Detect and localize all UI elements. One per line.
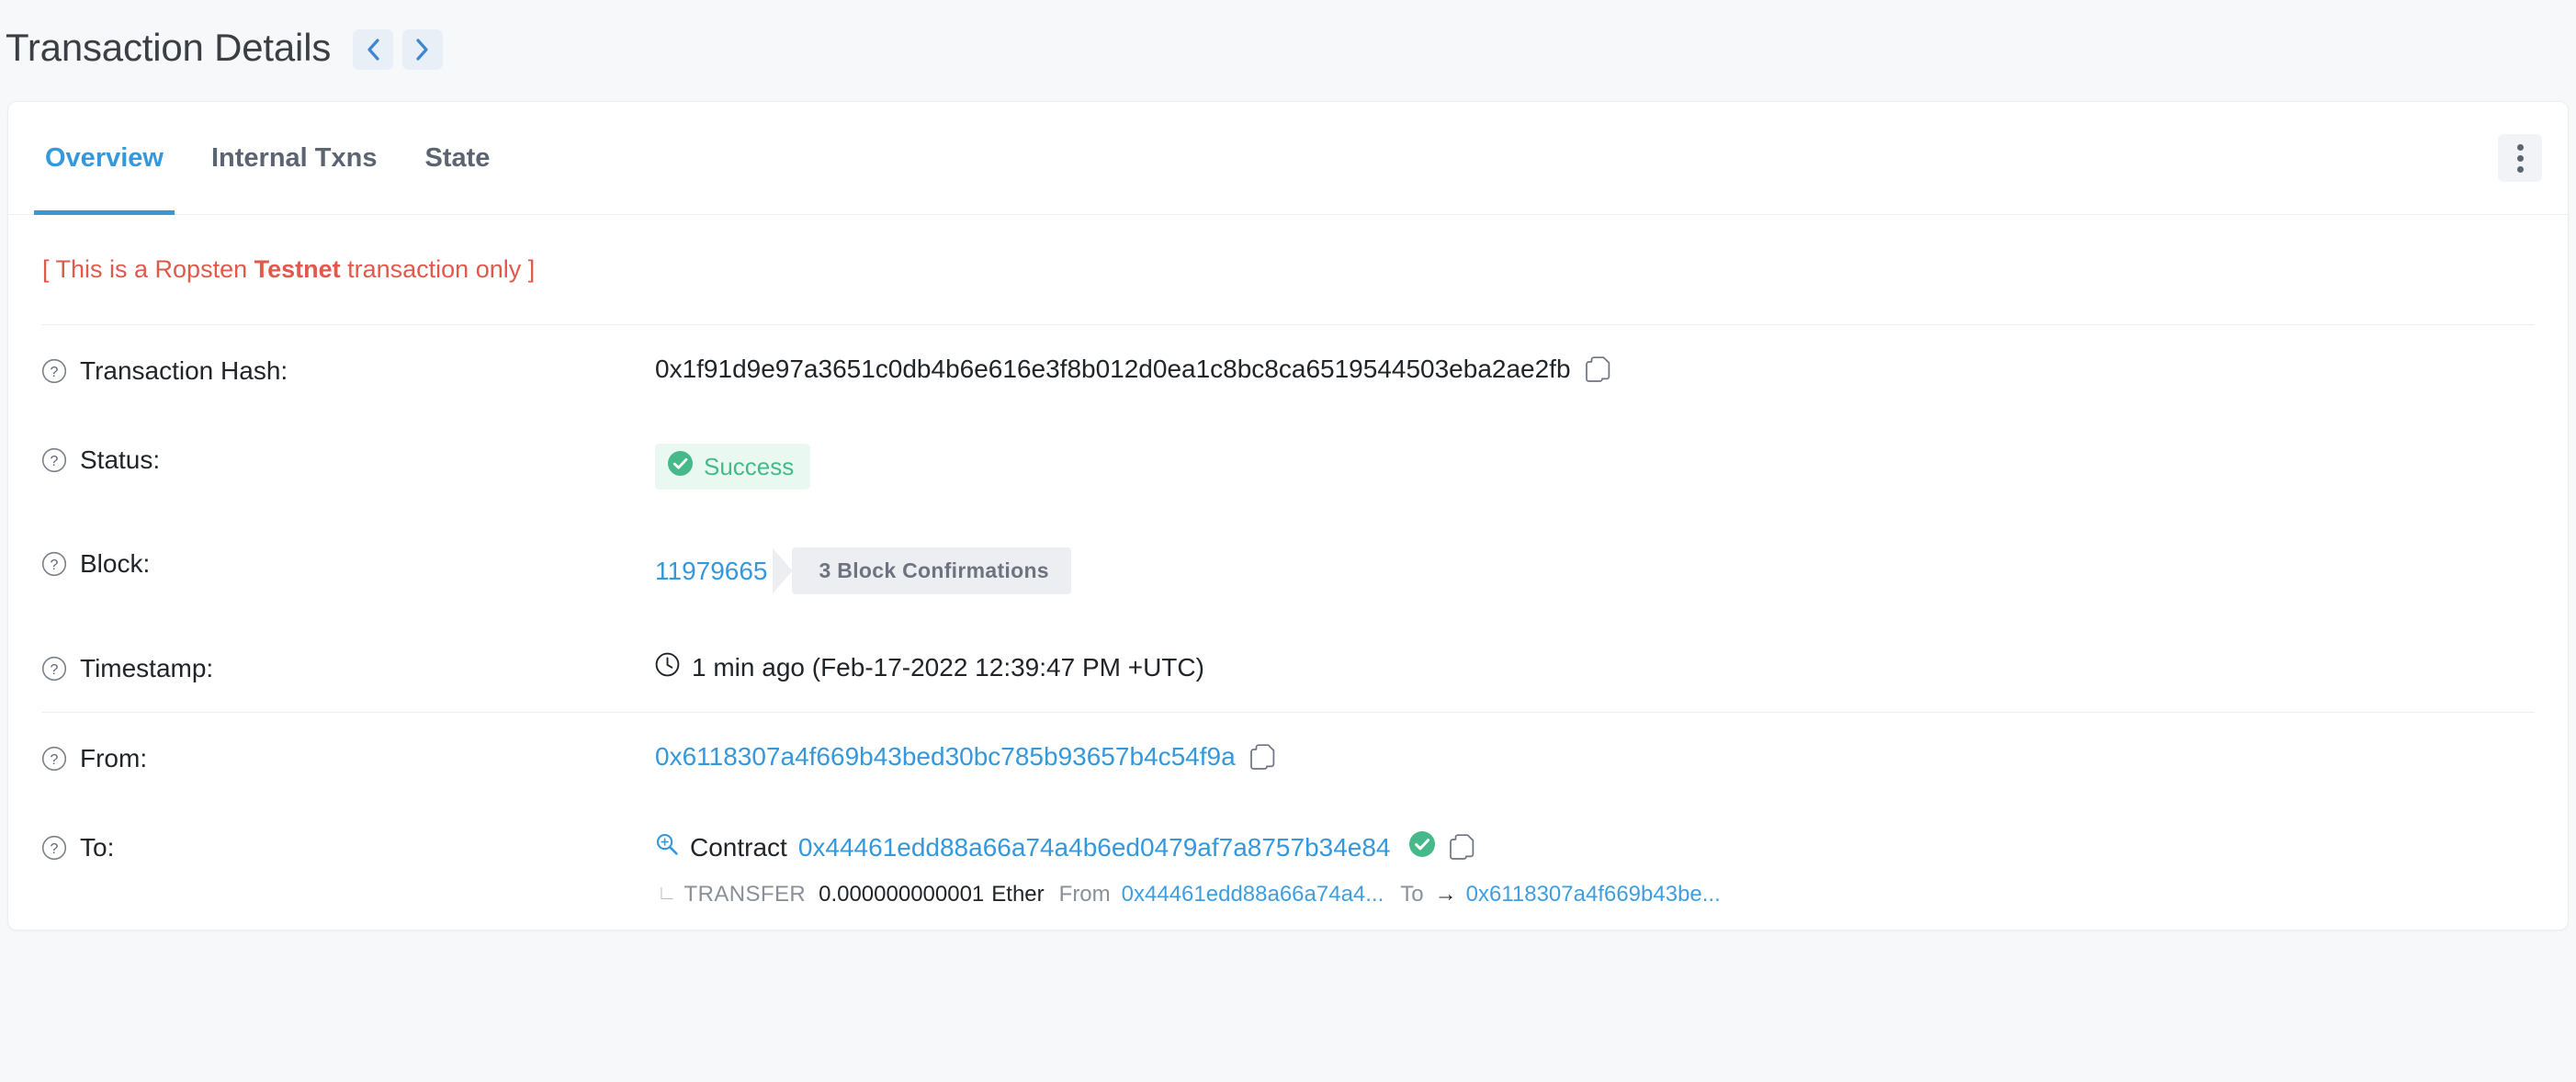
label-timestamp: ? Timestamp: bbox=[41, 652, 655, 683]
help-icon[interactable]: ? bbox=[41, 835, 67, 861]
transfer-unit: Ether bbox=[991, 882, 1044, 907]
label-block-text: Block: bbox=[80, 549, 150, 579]
help-icon[interactable]: ? bbox=[41, 656, 67, 682]
testnet-notice: [ This is a Ropsten Testnet transaction … bbox=[41, 215, 2535, 324]
svg-text:?: ? bbox=[51, 752, 59, 768]
label-block: ? Block: bbox=[41, 547, 655, 579]
chevron-right-icon bbox=[414, 38, 431, 62]
row-block: ? Block: 11979665 3 Block Confirmations bbox=[41, 518, 2535, 623]
help-icon[interactable]: ? bbox=[41, 746, 67, 772]
help-icon[interactable]: ? bbox=[41, 551, 67, 577]
transfer-tag: TRANSFER bbox=[684, 882, 807, 907]
transfer-from-label: From bbox=[1059, 882, 1111, 907]
tab-overview[interactable]: Overview bbox=[21, 102, 187, 214]
status-badge: Success bbox=[655, 444, 810, 490]
svg-text:?: ? bbox=[51, 558, 59, 573]
label-status-text: Status: bbox=[80, 445, 160, 475]
tab-state-label: State bbox=[424, 143, 490, 174]
testnet-notice-prefix: [ This is a Ropsten bbox=[42, 255, 254, 283]
row-from: ? From: 0x6118307a4f669b43bed30bc785b936… bbox=[41, 713, 2535, 802]
corner-branch-icon: ∟ bbox=[657, 883, 677, 903]
label-from: ? From: bbox=[41, 742, 655, 773]
block-number-link[interactable]: 11979665 bbox=[655, 557, 768, 586]
timestamp-value: 1 min ago (Feb-17-2022 12:39:47 PM +UTC) bbox=[692, 653, 1204, 682]
block-confirmations-chip: 3 Block Confirmations bbox=[792, 547, 1071, 594]
value-to: Contract 0x44461edd88a66a74a4b6ed0479af7… bbox=[655, 831, 2535, 907]
label-status: ? Status: bbox=[41, 444, 655, 475]
magnifier-icon[interactable] bbox=[655, 832, 679, 862]
value-status: Success bbox=[655, 444, 2535, 490]
transaction-card: Overview Internal Txns State [ This is a… bbox=[7, 101, 2569, 930]
tab-state[interactable]: State bbox=[401, 102, 514, 214]
label-transaction-hash-text: Transaction Hash: bbox=[80, 356, 288, 386]
status-badge-label: Success bbox=[704, 453, 794, 481]
row-status: ? Status: Success bbox=[41, 414, 2535, 518]
row-to: ? To: Contract 0x44461edd88a66a74a4b6ed0… bbox=[41, 802, 2535, 930]
tab-internal-txns[interactable]: Internal Txns bbox=[187, 102, 401, 214]
copy-icon[interactable] bbox=[1586, 356, 1610, 383]
svg-text:?: ? bbox=[51, 841, 59, 857]
help-icon[interactable]: ? bbox=[41, 358, 67, 384]
tab-internal-txns-label: Internal Txns bbox=[211, 143, 378, 174]
chevron-left-icon bbox=[365, 38, 381, 62]
row-timestamp: ? Timestamp: 1 min ago (Feb-17-2022 12:3… bbox=[41, 623, 2535, 712]
svg-text:?: ? bbox=[51, 454, 59, 469]
svg-text:?: ? bbox=[51, 365, 59, 380]
value-block: 11979665 3 Block Confirmations bbox=[655, 547, 2535, 594]
label-timestamp-text: Timestamp: bbox=[80, 654, 213, 683]
label-transaction-hash: ? Transaction Hash: bbox=[41, 355, 655, 386]
transfer-to-address-link[interactable]: 0x6118307a4f669b43be... bbox=[1466, 882, 1721, 907]
testnet-notice-emphasis: Testnet bbox=[254, 255, 341, 283]
page-header: Transaction Details bbox=[0, 0, 2576, 96]
verified-contract-icon bbox=[1409, 831, 1435, 863]
row-transaction-hash: ? Transaction Hash: 0x1f91d9e97a3651c0db… bbox=[41, 325, 2535, 414]
help-icon[interactable]: ? bbox=[41, 447, 67, 473]
label-from-text: From: bbox=[80, 744, 147, 773]
record-nav-buttons bbox=[353, 29, 443, 70]
transfer-amount: 0.000000000001 bbox=[819, 882, 984, 907]
from-address-link[interactable]: 0x6118307a4f669b43bed30bc785b93657b4c54f… bbox=[655, 742, 1236, 772]
more-options-button[interactable] bbox=[2498, 134, 2542, 182]
page-title: Transaction Details bbox=[6, 26, 331, 70]
value-from: 0x6118307a4f669b43bed30bc785b93657b4c54f… bbox=[655, 742, 2535, 772]
copy-icon[interactable] bbox=[1450, 834, 1474, 861]
kebab-dot-1 bbox=[2517, 144, 2524, 151]
transaction-overview-body: [ This is a Ropsten Testnet transaction … bbox=[8, 215, 2568, 930]
kebab-dot-2 bbox=[2517, 155, 2524, 162]
contract-label: Contract bbox=[690, 833, 787, 862]
label-to: ? To: bbox=[41, 831, 655, 862]
value-transaction-hash: 0x1f91d9e97a3651c0db4b6e616e3f8b012d0ea1… bbox=[655, 355, 2535, 384]
check-circle-icon bbox=[668, 451, 693, 482]
transfer-to-label: To bbox=[1400, 882, 1423, 907]
arrow-right-icon: → bbox=[1435, 882, 1457, 907]
tab-bar: Overview Internal Txns State bbox=[8, 102, 2568, 215]
next-transaction-button[interactable] bbox=[402, 29, 443, 70]
testnet-notice-suffix: transaction only ] bbox=[341, 255, 536, 283]
prev-transaction-button[interactable] bbox=[353, 29, 393, 70]
clock-icon bbox=[655, 652, 680, 683]
to-contract-address-link[interactable]: 0x44461edd88a66a74a4b6ed0479af7a8757b34e… bbox=[798, 833, 1391, 862]
transfer-from-address-link[interactable]: 0x44461edd88a66a74a4... bbox=[1122, 882, 1384, 907]
value-timestamp: 1 min ago (Feb-17-2022 12:39:47 PM +UTC) bbox=[655, 652, 2535, 683]
copy-icon[interactable] bbox=[1250, 744, 1275, 771]
label-to-text: To: bbox=[80, 833, 114, 862]
transaction-hash-value: 0x1f91d9e97a3651c0db4b6e616e3f8b012d0ea1… bbox=[655, 355, 1571, 384]
tab-overview-label: Overview bbox=[45, 143, 164, 174]
svg-text:?: ? bbox=[51, 662, 59, 678]
kebab-dot-3 bbox=[2517, 166, 2524, 173]
internal-transfer-line: ∟ TRANSFER 0.000000000001 Ether From 0x4… bbox=[655, 882, 2535, 907]
